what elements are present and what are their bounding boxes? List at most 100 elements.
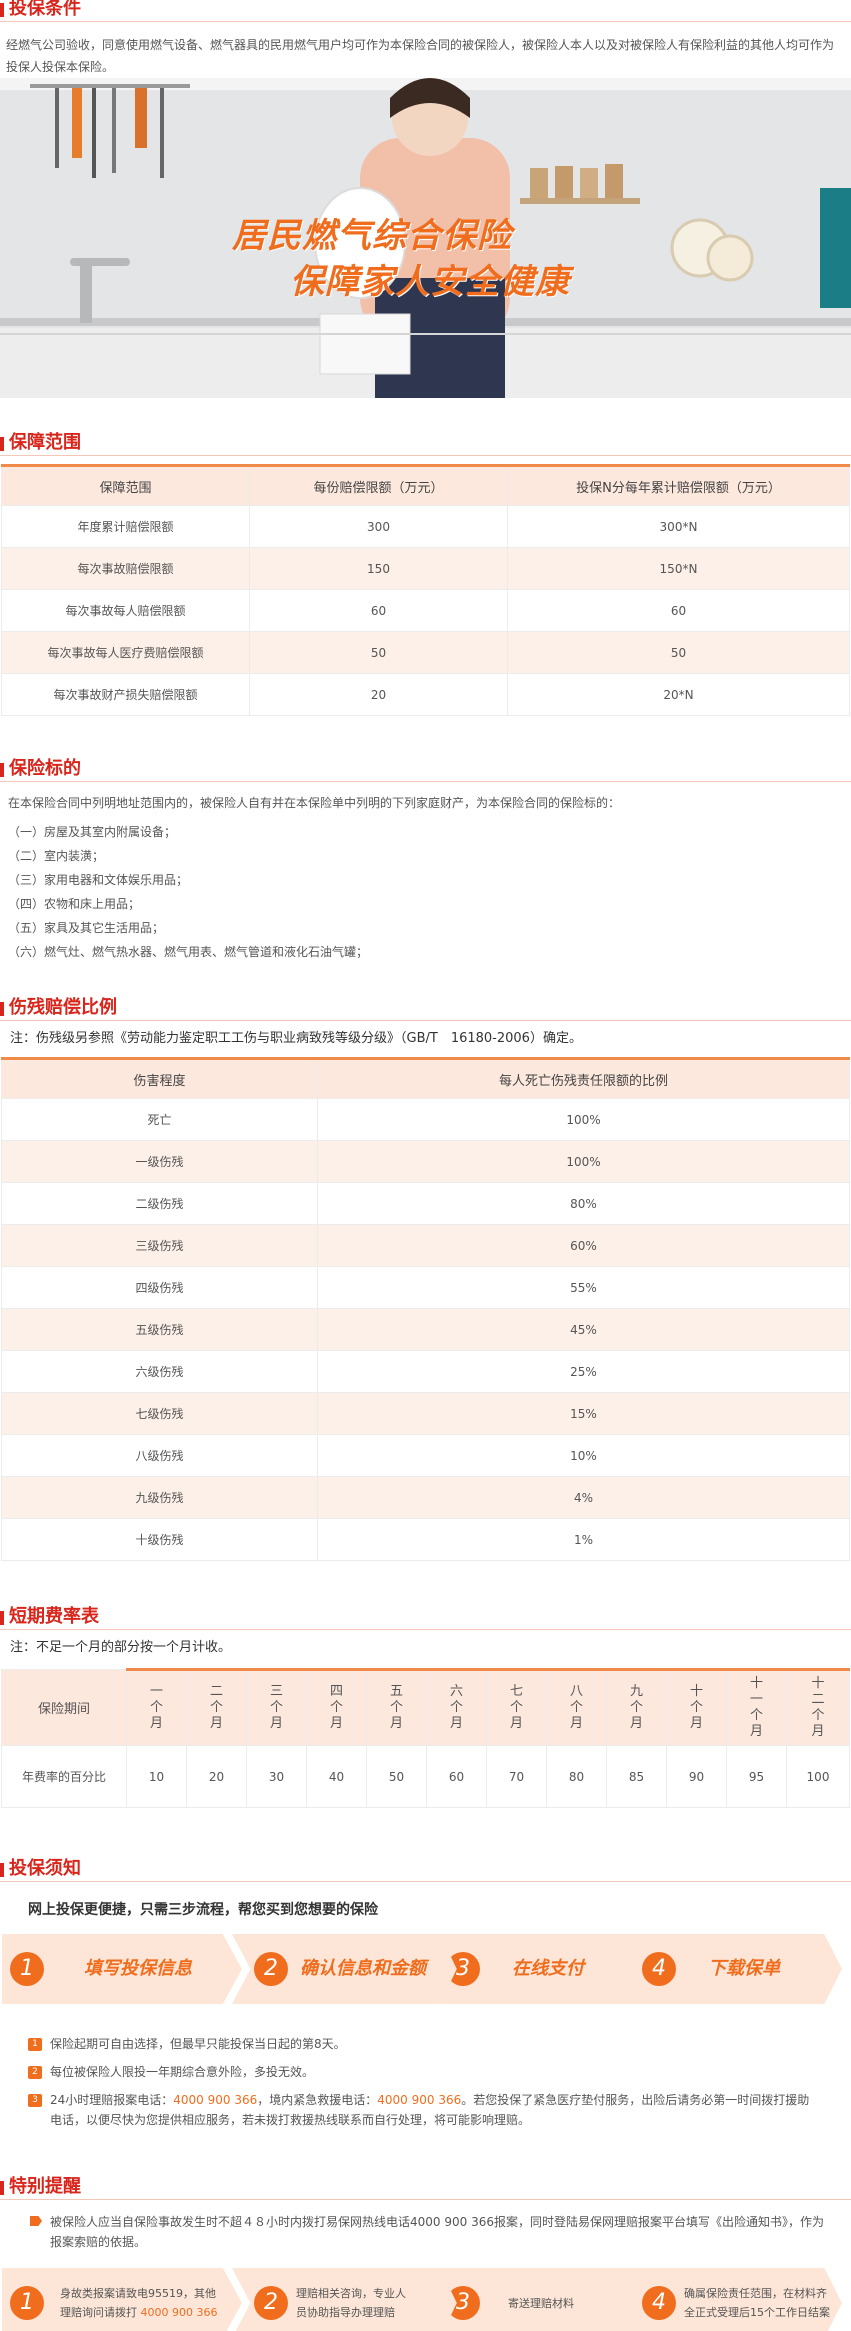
step-line: 理赔相关咨询，专业人 bbox=[296, 2287, 406, 2300]
table-header-cell: 四个月 bbox=[306, 1668, 367, 1746]
table-header-cell: 每人死亡伤残责任限额的比例 bbox=[317, 1057, 850, 1099]
table-cell: 25% bbox=[317, 1350, 850, 1393]
list-item: （四）农物和床上用品； bbox=[8, 897, 141, 911]
page: 投保条件 经燃气公司验收，同意使用燃气设备、燃气器具的民用燃气用户均可作为本保险… bbox=[0, 0, 851, 2331]
claims-phone[interactable]: 4000 900 366 bbox=[141, 2306, 218, 2319]
table-row: 四级伤残 55% bbox=[1, 1266, 850, 1309]
hotline-phone[interactable]: 4000 900 366 bbox=[173, 2093, 257, 2107]
step-line: 员协助指导办理理赔 bbox=[296, 2306, 395, 2319]
banner-headline-2: 保障家人安全健康 bbox=[290, 262, 570, 302]
table-row: 年度累计赔偿限额 300 300*N bbox=[1, 505, 850, 548]
promo-banner-image: 居民燃气综合保险 保障家人安全健康 bbox=[0, 78, 851, 398]
table-cell: 100 bbox=[786, 1745, 850, 1808]
section-title-notice: 投保须知 bbox=[0, 1858, 851, 1882]
table-cell: 五级伤残 bbox=[1, 1308, 318, 1351]
table-cell: 60 bbox=[249, 589, 508, 632]
month-label: 七个月 bbox=[509, 1684, 523, 1731]
table-row: 每次事故每人赔偿限额 60 60 bbox=[1, 589, 850, 632]
table-cell: 二级伤残 bbox=[1, 1182, 318, 1225]
rescue-phone[interactable]: 4000 900 366 bbox=[377, 2093, 461, 2107]
table-cell: 50 bbox=[507, 631, 850, 674]
table-row: 每次事故财产损失赔偿限额 20 20*N bbox=[1, 673, 850, 716]
table-cell: 每次事故财产损失赔偿限额 bbox=[1, 673, 250, 716]
table-row: 九级伤残 4% bbox=[1, 1476, 850, 1519]
subject-intro: 在本保险合同中列明地址范围内的，被保险人自有并在本保险单中列明的下列家庭财产，为… bbox=[8, 796, 621, 810]
section-marker bbox=[0, 3, 4, 17]
table-header-cell: 八个月 bbox=[546, 1668, 607, 1746]
step-line: 全正式受理后15个工作日结案 bbox=[684, 2306, 830, 2319]
table-row: 五级伤残 45% bbox=[1, 1308, 850, 1351]
list-item: （五）家具及其它生活用品； bbox=[8, 921, 165, 935]
table-cell: 20 bbox=[186, 1745, 247, 1808]
process-step-1: 1 填写投保信息 bbox=[2, 1934, 242, 2004]
section-title-text: 保障范围 bbox=[9, 432, 81, 453]
list-item: 1 保险起期可自由选择，但最早只能投保当日起的第8天。 bbox=[0, 2034, 851, 2054]
process-steps: 1 填写投保信息 2 确认信息和金额 3 在线支付 4 下载保单 bbox=[0, 1934, 851, 2004]
table-row: 十级伤残 1% bbox=[1, 1518, 850, 1561]
section-marker bbox=[0, 1863, 4, 1877]
table-cell: 150*N bbox=[507, 547, 850, 590]
table-cell: 四级伤残 bbox=[1, 1266, 318, 1309]
shortterm-note: 注：不足一个月的部分按一个月计收。 bbox=[10, 1640, 232, 1655]
table-cell: 每次事故每人医疗费赔偿限额 bbox=[1, 631, 250, 674]
step-number: 2 bbox=[254, 2286, 288, 2320]
month-label: 五个月 bbox=[389, 1684, 403, 1731]
table-header-cell: 七个月 bbox=[486, 1668, 547, 1746]
table-row: 三级伤残 60% bbox=[1, 1224, 850, 1267]
section-title-subject: 保险标的 bbox=[0, 758, 851, 782]
step-description: 寄送理赔材料 bbox=[508, 2297, 574, 2310]
section-marker bbox=[0, 1611, 4, 1625]
table-cell: 保险期间 bbox=[1, 1669, 127, 1746]
table-cell: 十级伤残 bbox=[1, 1518, 318, 1561]
claim-step-3: 3 寄送理赔材料 bbox=[440, 2268, 650, 2331]
step-label: 下载保单 bbox=[708, 1958, 780, 1979]
list-item-text: ，境内紧急救援电话： bbox=[257, 2093, 378, 2107]
table-row: 六级伤残 25% bbox=[1, 1350, 850, 1393]
table-header-cell: 保障范围 bbox=[1, 464, 250, 506]
table-header-cell: 五个月 bbox=[366, 1668, 427, 1746]
table-cell: 20 bbox=[249, 673, 508, 716]
step-number: 1 bbox=[10, 2286, 44, 2320]
table-row: 保险期间 一个月 二个月 三个月 四个月 五个月 六个月 七个月 八个月 九个月… bbox=[1, 1668, 850, 1746]
claim-steps: 1 身故类报案请致电95519，其他 理赔询问请拨打 4000 900 366 … bbox=[0, 2268, 851, 2331]
section-marker bbox=[0, 763, 4, 777]
step-line: 确属保险责任范围，在材料齐 bbox=[684, 2287, 827, 2300]
table-cell: 55% bbox=[317, 1266, 850, 1309]
table-cell: 10% bbox=[317, 1434, 850, 1477]
table-row: 一级伤残 100% bbox=[1, 1140, 850, 1183]
table-cell: 三级伤残 bbox=[1, 1224, 318, 1267]
number-badge-icon: 3 bbox=[28, 2094, 42, 2107]
table-header-cell: 九个月 bbox=[606, 1668, 667, 1746]
list-item: （一）房屋及其室内附属设备； bbox=[8, 825, 177, 839]
table-cell: 10 bbox=[126, 1745, 187, 1808]
table-cell: 40 bbox=[306, 1745, 367, 1808]
list-item-text: 保险起期可自由选择，但最早只能投保当日起的第8天。 bbox=[50, 2037, 346, 2051]
claim-step-4: 4 确属保险责任范围，在材料齐 全正式受理后15个工作日结案 bbox=[620, 2268, 842, 2331]
table-cell: 100% bbox=[317, 1140, 850, 1183]
list-item: （六）燃气灶、燃气热水器、燃气用表、燃气管道和液化石油气罐； bbox=[8, 945, 369, 959]
table-cell: 300 bbox=[249, 505, 508, 548]
table-cell: 60% bbox=[317, 1224, 850, 1267]
table-header-cell: 三个月 bbox=[246, 1668, 307, 1746]
table-header-cell: 二个月 bbox=[186, 1668, 247, 1746]
list-item: 2 每位被保险人限投一年期综合意外险，多投无效。 bbox=[0, 2062, 851, 2082]
claim-step-1: 1 身故类报案请致电95519，其他 理赔询问请拨打 4000 900 366 bbox=[2, 2268, 242, 2331]
list-item: （二）室内装潢； bbox=[8, 849, 105, 863]
table-row: 每次事故每人医疗费赔偿限额 50 50 bbox=[1, 631, 850, 674]
table-cell: 60 bbox=[426, 1745, 487, 1808]
section-title-shortterm: 短期费率表 bbox=[0, 1606, 851, 1630]
month-label: 八个月 bbox=[569, 1684, 583, 1731]
table-cell: 100% bbox=[317, 1098, 850, 1141]
section-title-text: 保险标的 bbox=[9, 758, 81, 779]
month-label: 十一个月 bbox=[749, 1676, 763, 1739]
table-row: 七级伤残 15% bbox=[1, 1392, 850, 1435]
month-label: 一个月 bbox=[149, 1684, 163, 1731]
table-header-cell: 每份赔偿限额（万元） bbox=[249, 464, 508, 506]
list-item-text: 24小时理赔报案电话： bbox=[50, 2093, 174, 2107]
section-title-text: 投保条件 bbox=[9, 0, 81, 19]
coverage-table: 保障范围 每份赔偿限额（万元） 投保N分每年累计赔偿限额（万元） 年度累计赔偿限… bbox=[1, 464, 850, 716]
table-header-row: 伤害程度 每人死亡伤残责任限额的比例 bbox=[1, 1057, 850, 1099]
table-cell: 八级伤残 bbox=[1, 1434, 318, 1477]
section-marker bbox=[0, 2181, 4, 2195]
table-cell: 每次事故每人赔偿限额 bbox=[1, 589, 250, 632]
